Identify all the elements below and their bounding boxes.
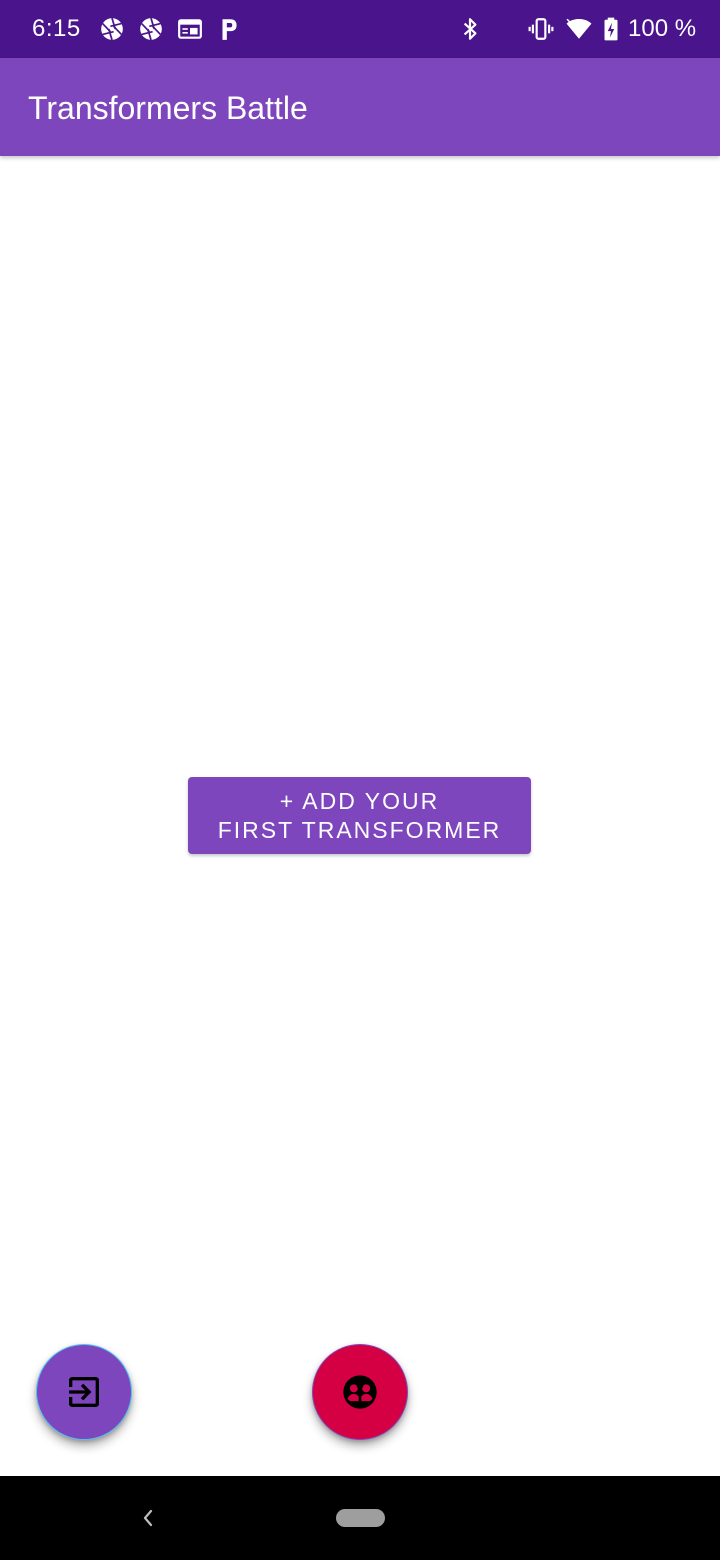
screen: 6:15 100 % Transformers Battle + ADD YOU… [0, 0, 720, 1560]
battle-fab-button[interactable] [312, 1344, 408, 1440]
add-button-line1: + ADD YOUR [279, 787, 440, 814]
add-first-transformer-button[interactable]: + ADD YOUR FIRST TRANSFORMER [188, 777, 531, 854]
exit-fab-button[interactable] [36, 1344, 132, 1440]
battery-percentage: 100 % [628, 15, 697, 42]
page-title: Transformers Battle [28, 90, 308, 126]
wifi-icon [566, 18, 592, 39]
add-button-line2: FIRST TRANSFORMER [217, 816, 502, 843]
home-pill-icon[interactable] [336, 1509, 385, 1527]
vibrate-icon [528, 18, 554, 40]
parking-icon [222, 19, 237, 40]
status-bar: 6:15 100 % [0, 0, 720, 58]
navigation-bar [0, 1476, 720, 1560]
calendar-icon [178, 19, 202, 39]
bluetooth-icon [463, 18, 477, 40]
aperture-icon [140, 17, 162, 41]
group-icon [343, 1375, 377, 1409]
main-content: + ADD YOUR FIRST TRANSFORMER [0, 156, 720, 1476]
battery-charging-icon [604, 17, 618, 41]
status-time: 6:15 [32, 15, 81, 42]
exit-to-app-icon [69, 1377, 99, 1407]
aperture-icon [101, 17, 123, 41]
back-chevron-icon[interactable] [136, 1504, 160, 1532]
app-bar: Transformers Battle [0, 58, 720, 156]
